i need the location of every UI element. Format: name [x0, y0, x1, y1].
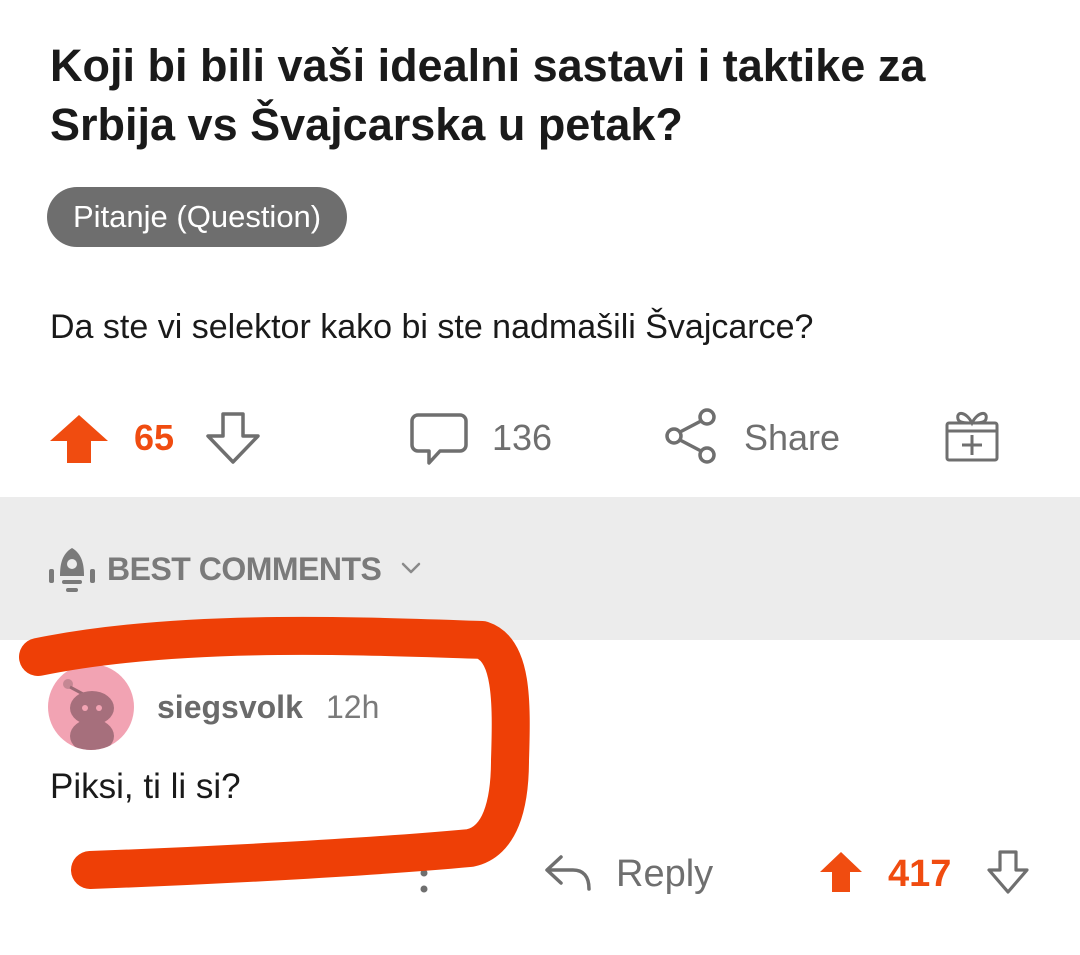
comment-score: 417	[888, 853, 952, 895]
arrow-up-filled-icon[interactable]	[48, 413, 110, 465]
arrow-down-outline-icon[interactable]	[986, 849, 1030, 895]
sort-label[interactable]: BEST COMMENTS	[107, 549, 382, 589]
post-vote-count: 65	[134, 417, 175, 458]
gift-icon[interactable]	[944, 407, 1000, 463]
rocket-icon	[49, 548, 95, 592]
vertical-dots-icon[interactable]	[414, 851, 434, 895]
post-title: Koji bi bili vaši idealni sastavi i takt…	[50, 40, 926, 150]
chevron-down-icon[interactable]	[400, 561, 422, 575]
speech-bubble-icon[interactable]	[410, 412, 468, 466]
comment-count: 136	[492, 417, 553, 458]
avatar[interactable]	[48, 664, 134, 750]
reply-button[interactable]: Reply	[616, 852, 713, 896]
comment-timestamp: 12h	[326, 689, 380, 725]
snoo-avatar-icon	[63, 679, 114, 750]
share-nodes-icon[interactable]	[663, 406, 719, 466]
reply-arrow-icon[interactable]	[543, 853, 593, 893]
post-flair[interactable]: Pitanje (Question)	[47, 187, 348, 247]
comment-text: Piksi, ti li si?	[50, 767, 241, 806]
post-body-text: Da ste vi selektor kako bi ste nadmašili…	[50, 308, 814, 346]
comment-author[interactable]: siegsvolk	[157, 687, 303, 727]
arrow-down-outline-icon[interactable]	[205, 411, 261, 465]
arrow-up-filled-icon[interactable]	[818, 850, 864, 894]
share-button[interactable]: Share	[744, 418, 840, 458]
